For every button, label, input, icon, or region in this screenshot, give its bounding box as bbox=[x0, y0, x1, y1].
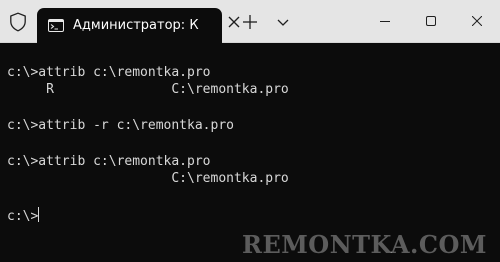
terminal-line: C:\remontka.pro bbox=[7, 171, 289, 186]
shield-icon bbox=[10, 12, 26, 32]
tab-title: Администратор: К bbox=[73, 18, 199, 33]
maximize-icon bbox=[426, 16, 436, 26]
prompt-text: c:\> bbox=[7, 209, 39, 224]
prompt-line[interactable]: c:\> bbox=[7, 207, 40, 225]
terminal-icon bbox=[48, 19, 64, 32]
close-icon bbox=[472, 16, 482, 26]
close-window-button[interactable] bbox=[454, 0, 500, 43]
terminal-line: R C:\remontka.pro bbox=[7, 82, 289, 97]
terminal-line: c:\>attrib c:\remontka.pro bbox=[7, 154, 211, 169]
terminal-line: c:\>attrib c:\remontka.pro bbox=[7, 65, 211, 80]
tab-administrator[interactable]: Администратор: К bbox=[37, 8, 222, 43]
chevron-down-icon[interactable] bbox=[275, 15, 291, 29]
title-bar: Администратор: К bbox=[0, 0, 500, 43]
minimize-icon bbox=[380, 21, 390, 22]
minimize-button[interactable] bbox=[362, 0, 408, 43]
terminal-line: c:\>attrib -r c:\remontka.pro bbox=[7, 118, 234, 133]
watermark-text: REMONTKA.COM bbox=[242, 230, 487, 259]
text-cursor bbox=[38, 207, 40, 222]
plus-icon[interactable] bbox=[240, 12, 260, 32]
maximize-button[interactable] bbox=[408, 0, 454, 43]
